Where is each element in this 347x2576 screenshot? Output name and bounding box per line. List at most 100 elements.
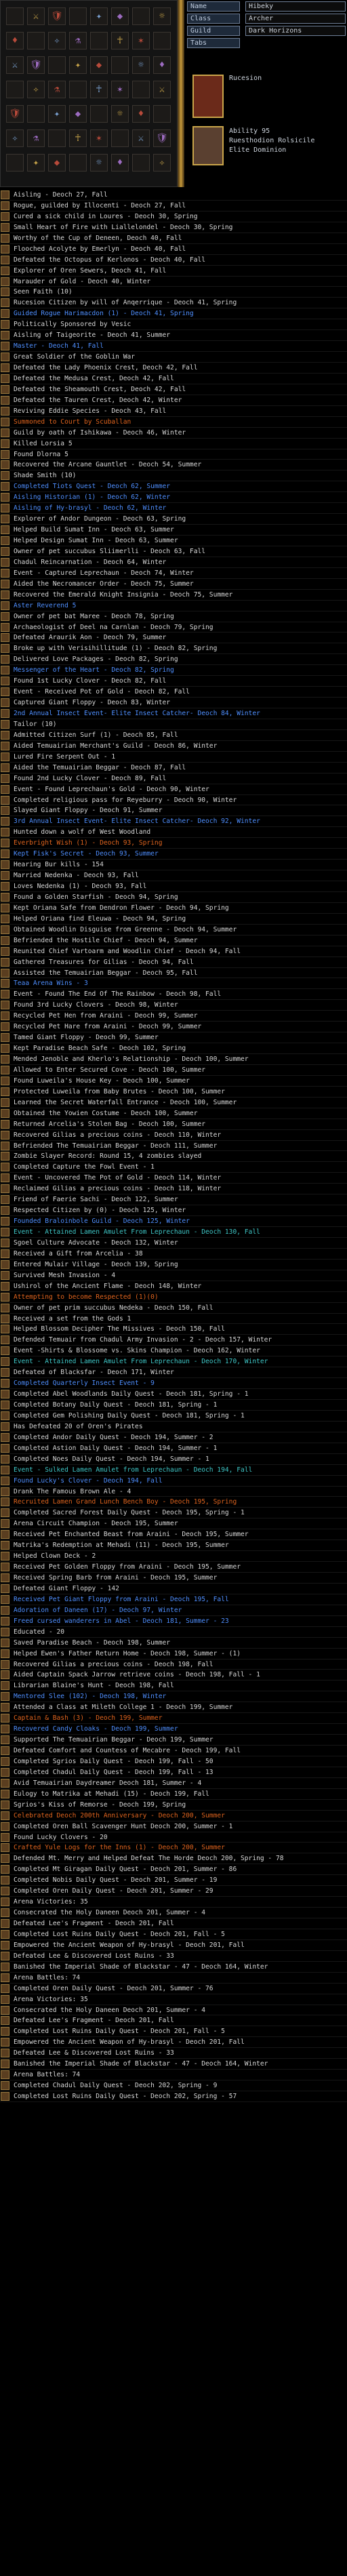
tab-guild[interactable]: Guild <box>187 26 240 36</box>
legend-entry: Archaeologist of Deel na Carnlan - Deoch… <box>0 622 347 633</box>
inventory-slot[interactable] <box>48 56 66 74</box>
inventory-slot[interactable]: ◆ <box>90 56 108 74</box>
inventory-slot[interactable]: ♦ <box>6 32 24 49</box>
inventory-slot[interactable]: ☥ <box>90 81 108 98</box>
inventory-slot[interactable] <box>111 56 129 74</box>
inventory-slot[interactable]: ✶ <box>90 129 108 147</box>
legend-mark-icon <box>1 1379 9 1388</box>
legend-entry: Kept Oriana Safe from Dendron Flower - D… <box>0 903 347 914</box>
legend-mark-icon <box>1 1065 9 1074</box>
legend-mark-icon <box>1 579 9 588</box>
legend-entry: Event - Found Leprechaun's Gold - Deoch … <box>0 784 347 795</box>
legend-mark-icon <box>1 601 9 610</box>
inventory-slot[interactable]: 🛡 <box>48 7 66 25</box>
legend-text: Supported The Temuairian Beggar - Deoch … <box>14 1736 213 1744</box>
inventory-slot[interactable] <box>27 105 45 123</box>
tab-extra[interactable]: Tabs <box>187 38 240 48</box>
inventory-slot[interactable] <box>27 32 45 49</box>
inventory-slot[interactable] <box>111 129 129 147</box>
inventory-slot[interactable] <box>48 129 66 147</box>
inventory-slot[interactable]: ☼ <box>132 56 150 74</box>
inventory-slot[interactable] <box>69 154 87 172</box>
inventory-slot[interactable]: ☼ <box>111 105 129 123</box>
inventory-slot[interactable]: ⚔ <box>27 7 45 25</box>
inventory-slot[interactable]: 🛡 <box>153 129 171 147</box>
inventory-slot[interactable]: ☼ <box>153 7 171 25</box>
legend-mark-icon <box>1 860 9 870</box>
legend-entry: Aisling Historian (1) - Deoch 62, Winter <box>0 492 347 504</box>
inventory-slot[interactable] <box>132 154 150 172</box>
inventory-slot[interactable] <box>90 105 108 123</box>
inventory-slot[interactable]: ✶ <box>132 32 150 49</box>
legend-mark-icon <box>1 903 9 912</box>
inventory-slot[interactable]: ◆ <box>111 7 129 25</box>
inventory-slot[interactable]: ✧ <box>153 154 171 172</box>
inventory-slot[interactable]: ⚔ <box>6 56 24 74</box>
legend-mark-icon <box>1 1195 9 1205</box>
legend-mark-icon <box>1 1249 9 1258</box>
legend-mark-icon <box>1 957 9 967</box>
inventory-slot[interactable]: ✦ <box>90 7 108 25</box>
inventory-slot[interactable] <box>132 7 150 25</box>
inventory-slot[interactable]: ⚗ <box>48 81 66 98</box>
legend-entry: Received a set from the Gods 1 <box>0 1314 347 1325</box>
inventory-slot[interactable] <box>6 81 24 98</box>
legend-text: Found 1st Lucky Clover - Deoch 82, Fall <box>14 677 167 685</box>
inventory-slot[interactable] <box>153 105 171 123</box>
inventory-slot[interactable]: ⚔ <box>132 129 150 147</box>
legend-text: Found Lucky's Clover - Deoch 194, Fall <box>14 1476 163 1485</box>
legend-mark-icon <box>1 1897 9 1907</box>
inventory-slot[interactable] <box>69 81 87 98</box>
legend-mark-icon <box>1 222 9 232</box>
item-icon: ☥ <box>117 35 123 46</box>
inventory-slot[interactable]: ◆ <box>69 105 87 123</box>
inventory-slot[interactable] <box>69 7 87 25</box>
inventory-slot[interactable]: ☼ <box>90 154 108 172</box>
legend-entry: Banished the Imperial Shade of Blackstar… <box>0 1962 347 1973</box>
legend-entry: Completed Botany Daily Quest - Deoch 181… <box>0 1400 347 1411</box>
inventory-slot[interactable]: ◆ <box>48 154 66 172</box>
legend-mark-icon <box>1 1584 9 1593</box>
tab-class[interactable]: Class <box>187 14 240 24</box>
legend-mark-icon <box>1 233 9 243</box>
inventory-slot[interactable]: ☥ <box>69 129 87 147</box>
inventory-slot[interactable]: ✧ <box>6 129 24 147</box>
legend-mark-icon <box>1 1508 9 1518</box>
legend-mark-icon <box>1 666 9 675</box>
inventory-slot[interactable] <box>153 32 171 49</box>
inventory-slot[interactable]: ⚗ <box>27 129 45 147</box>
tab-name[interactable]: Name <box>187 1 240 12</box>
legend-entry: Allowed to Enter Secured Cove - Deoch 10… <box>0 1065 347 1076</box>
legend-mark-icon <box>1 882 9 891</box>
inventory-slot[interactable]: ✦ <box>27 154 45 172</box>
legend-text: Completed Mt Giragan Daily Quest - Deoch… <box>14 1866 237 1874</box>
legend-mark-icon <box>1 1368 9 1377</box>
inventory-slot[interactable] <box>6 154 24 172</box>
inventory-slot[interactable]: ✦ <box>69 56 87 74</box>
legend-mark-icon <box>1 795 9 805</box>
inventory-slot[interactable]: 🛡 <box>27 56 45 74</box>
inventory-slot[interactable]: ✶ <box>111 81 129 98</box>
legend-text: Friend of Faerie Sachi - Deoch 122, Summ… <box>14 1196 178 1204</box>
inventory-slot[interactable]: ♦ <box>132 105 150 123</box>
inventory-slot[interactable] <box>90 32 108 49</box>
inventory-slot[interactable]: ♦ <box>111 154 129 172</box>
inventory-slot[interactable]: ✧ <box>48 32 66 49</box>
inventory-slot[interactable]: 🛡 <box>6 105 24 123</box>
inventory-slot[interactable] <box>132 81 150 98</box>
legend-text: Befriended The Temuairian Beggar - Deoch… <box>14 1142 218 1150</box>
legend-mark-icon <box>1 655 9 664</box>
legend-text: Banished the Imperial Shade of Blackstar… <box>14 1963 268 1971</box>
inventory-slot[interactable] <box>6 7 24 25</box>
legend-entry: Defeated the Medusa Crest, Deoch 42, Fal… <box>0 374 347 384</box>
legend-entry: Zombie Slayer Record: Round 15, 4 zombie… <box>0 1151 347 1163</box>
inventory-slot[interactable]: ☥ <box>111 32 129 49</box>
legend-entry: Reunited Chief Vartoarm and Woodlin Chie… <box>0 946 347 957</box>
legend-text: Owner of pet bat Maree - Deoch 78, Sprin… <box>14 612 174 620</box>
inventory-slot[interactable]: ✦ <box>48 105 66 123</box>
inventory-slot[interactable]: ✧ <box>27 81 45 98</box>
inventory-slot[interactable]: ⚗ <box>69 32 87 49</box>
inventory-slot[interactable]: ⚔ <box>153 81 171 98</box>
legend-text: Consecrated the Holy Daneen Deoch 201, S… <box>14 2006 206 2014</box>
inventory-slot[interactable]: ♦ <box>153 56 171 74</box>
